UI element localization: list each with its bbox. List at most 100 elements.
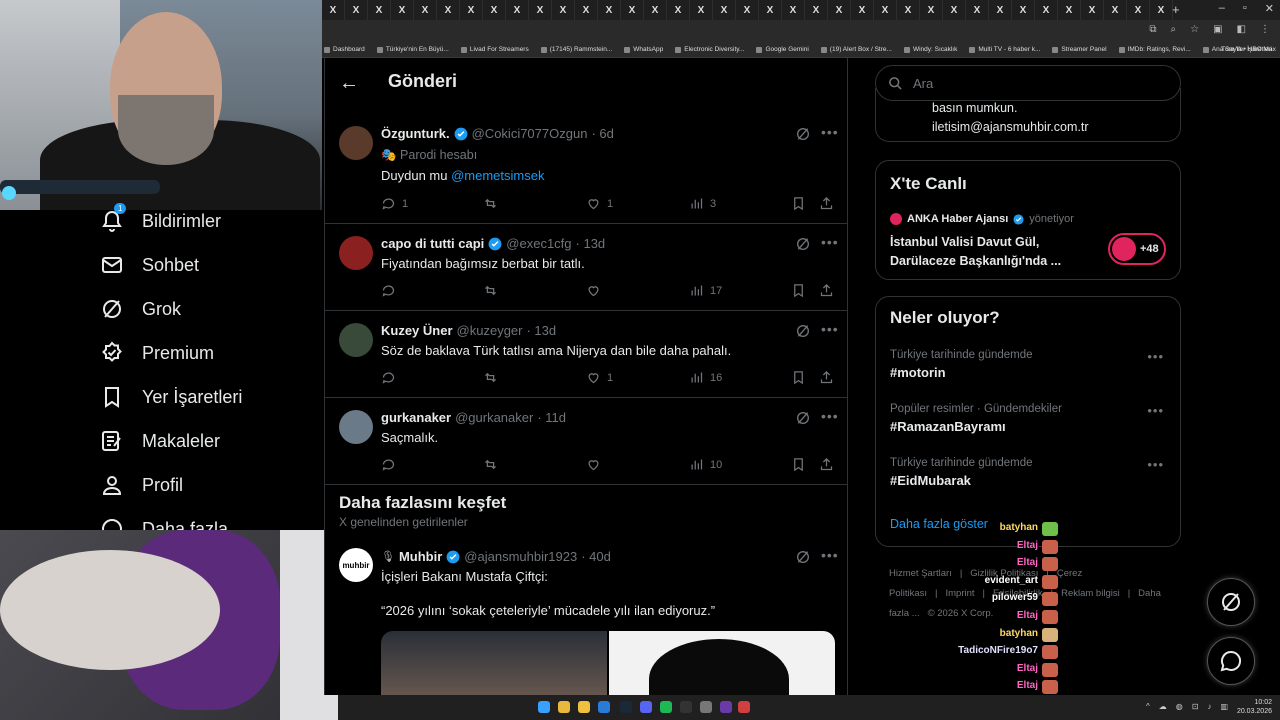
bookmark-button[interactable] [791,370,806,385]
footer-link[interactable]: Imprint [945,588,974,599]
bookmark-item[interactable]: (19) Alert Box / Stre... [820,46,892,53]
footer-link[interactable]: Reklam bilgisi [1061,588,1120,599]
post-time[interactable]: · 40d [581,549,611,564]
repost-button[interactable] [483,370,504,385]
bookmark-item[interactable]: Streamer Panel [1052,46,1107,53]
network-icon[interactable]: ◍ [1176,702,1183,711]
more-options-icon[interactable]: ••• [821,547,839,563]
repost-button[interactable] [483,196,504,211]
volume-icon[interactable]: ♪ [1207,702,1211,711]
browser-tab[interactable]: X [713,0,736,20]
bookmark-item[interactable]: Multi TV - 6 haber k... [969,46,1040,53]
address-bar[interactable]: ⧉ ⌕ ☆ ▣ ◧ ⋮ [322,20,1280,42]
browser-menu-icon[interactable]: ⋮ [1260,24,1270,35]
nav-articles[interactable]: Makaleler [100,429,220,453]
browser-tab[interactable]: X [828,0,851,20]
nav-profile[interactable]: Profil [100,473,183,497]
browser-tab[interactable]: X [667,0,690,20]
author-name[interactable]: Kuzey Üner [381,323,453,338]
nav-grok[interactable]: Grok [100,297,181,321]
browser-tab[interactable]: X [1081,0,1104,20]
show-more-link[interactable]: Daha fazla göster [890,517,988,531]
browser-tab[interactable]: X [690,0,713,20]
chrome-icon[interactable] [558,701,570,713]
grok-icon[interactable] [795,410,811,426]
nav-bookmarks[interactable]: Yer İşaretleri [100,385,242,409]
grok-fab-button[interactable] [1207,578,1255,626]
avatar[interactable]: muhbir [339,548,373,582]
messages-fab-button[interactable] [1207,637,1255,685]
browser-tab[interactable]: X [1104,0,1127,20]
browser-tab[interactable]: X [437,0,460,20]
footer-link[interactable]: Hizmet Şartları [889,568,952,579]
bookmark-item[interactable]: Windy: Sıcaklık [903,46,957,53]
author-name[interactable]: Özgunturk. [381,126,450,141]
browser-tab[interactable]: X [920,0,943,20]
browser-tab[interactable]: X [345,0,368,20]
bookmark-item[interactable]: Google Gemini [756,46,809,53]
avatar[interactable] [339,236,373,270]
browser-tab[interactable]: X [805,0,828,20]
browser-tab[interactable]: X [391,0,414,20]
display-icon[interactable]: ⊡ [1192,702,1199,711]
author-name[interactable]: capo di tutti capi [381,236,484,251]
discord-icon[interactable] [640,701,652,713]
store-icon[interactable] [598,701,610,713]
cloud-icon[interactable]: ☁ [1159,702,1167,711]
author-handle[interactable]: @gurkanaker [455,410,533,425]
author-handle[interactable]: @Cokici7077Ozgun [472,126,588,141]
bio-email[interactable]: iletisim@ajansmuhbir.com.tr [932,120,1088,134]
browser-tab[interactable]: X [529,0,552,20]
grok-icon[interactable] [795,549,811,565]
author-handle[interactable]: @kuzeyger [457,323,523,338]
obs-icon[interactable] [720,701,732,713]
post-time[interactable]: · 6d [591,126,613,141]
more-options-icon[interactable]: ••• [1147,457,1164,472]
nav-premium[interactable]: Premium [100,341,214,365]
new-tab-button[interactable]: + [1172,2,1180,17]
post-image[interactable] [609,631,835,695]
bookmark-item[interactable]: WhatsApp [624,46,663,53]
profile-switch-icon[interactable]: ◧ [1237,24,1246,35]
browser-tab[interactable]: X [989,0,1012,20]
footer-link[interactable]: © 2026 X Corp. [928,608,994,619]
browser-tab[interactable]: X [1058,0,1081,20]
views-button[interactable]: 16 [689,370,722,385]
repost-button[interactable] [483,457,504,472]
more-options-icon[interactable]: ••• [1147,403,1164,418]
browser-tab[interactable]: X [552,0,575,20]
steam-icon[interactable] [620,701,632,713]
avatar[interactable] [339,323,373,357]
post-time[interactable]: · 13d [526,323,556,338]
files-icon[interactable] [578,701,590,713]
grok-icon[interactable] [795,323,811,339]
author-handle[interactable]: @ajansmuhbir1923 [464,549,577,564]
bookmark-item[interactable]: IMDb: Ratings, Revi... [1118,46,1191,53]
reply-card[interactable]: Özgunturk. @Cokici7077Ozgun · 6d ••• 🎭 P… [325,114,847,224]
reply-card[interactable]: gurkanaker @gurkanaker · 11d ••• Saçmalı… [325,398,847,485]
spotify-icon[interactable] [660,701,672,713]
browser-tab[interactable]: X [759,0,782,20]
grok-icon[interactable] [795,236,811,252]
browser-tab[interactable]: X [621,0,644,20]
more-options-icon[interactable]: ••• [821,234,839,250]
live-headline[interactable]: Darülaceze Başkanlığı'nda ... [890,254,1061,268]
trend-item[interactable]: Türkiye tarihinde gündemde #motorin ••• [890,349,1170,380]
nav-chat[interactable]: Sohbet [100,253,199,277]
grok-icon[interactable] [795,126,811,142]
views-button[interactable]: 10 [689,457,722,472]
more-options-icon[interactable]: ••• [821,321,839,337]
listeners-pill[interactable]: +48 [1108,233,1166,265]
post-time[interactable]: · 13d [576,236,606,251]
tray-expand-icon[interactable]: ^ [1146,702,1150,711]
capture-icon[interactable] [738,701,750,713]
more-options-icon[interactable]: ••• [1147,349,1164,364]
share-button[interactable] [819,196,834,211]
bookmark-item[interactable]: Electronic Diversity... [675,46,744,53]
browser-tab[interactable]: X [483,0,506,20]
views-button[interactable]: 17 [689,283,722,298]
nav-notifications[interactable]: 1 Bildirimler [100,203,221,233]
browser-tab[interactable]: X [966,0,989,20]
browser-tab[interactable]: X [782,0,805,20]
bookmark-button[interactable] [791,283,806,298]
